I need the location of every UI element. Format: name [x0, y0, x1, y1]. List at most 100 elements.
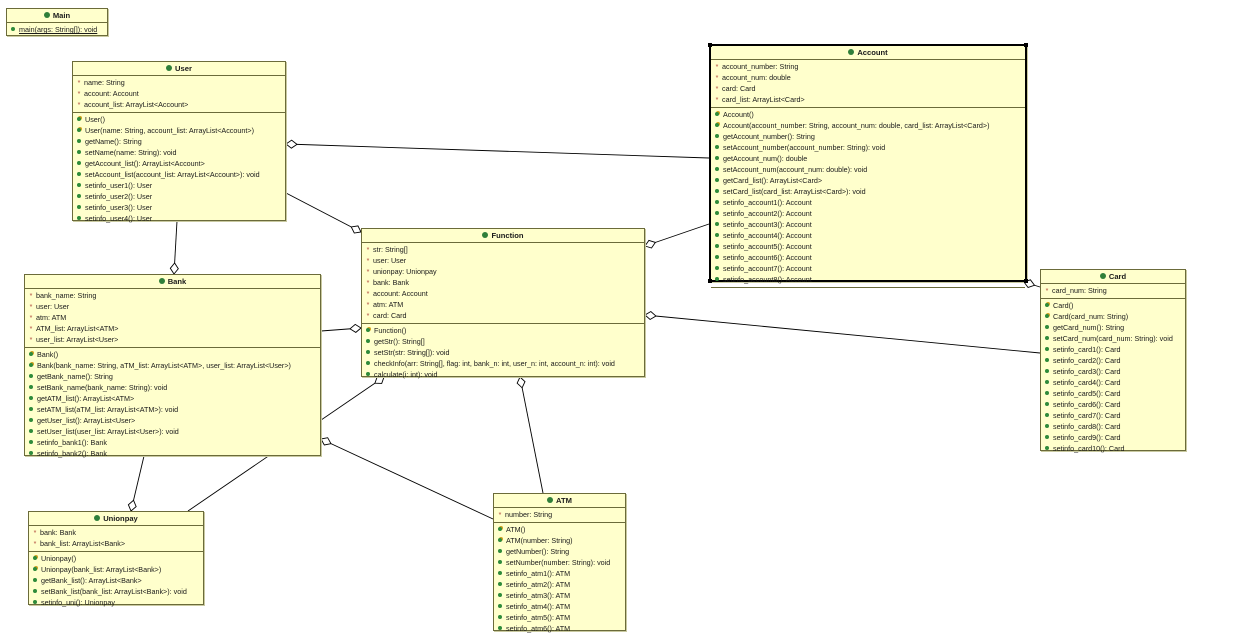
field-row[interactable]: * number: String — [494, 509, 625, 520]
selection-handle[interactable] — [1024, 43, 1028, 47]
field-row[interactable]: * user: User — [25, 301, 320, 312]
method-row[interactable]: setinfo_card5(): Card — [1041, 388, 1185, 399]
method-row[interactable]: setinfo_card10(): Card — [1041, 443, 1185, 454]
field-row[interactable]: * account_number: String — [711, 61, 1025, 72]
edge-account-function[interactable] — [644, 223, 710, 247]
method-row[interactable]: setNumber(number: String): void — [494, 557, 625, 568]
method-row[interactable]: User(name: String, account_list: ArrayLi… — [73, 125, 285, 136]
method-row[interactable]: setinfo_account6(): Account — [711, 252, 1025, 263]
method-row[interactable]: getATM_list(): ArrayList<ATM> — [25, 393, 320, 404]
method-row[interactable]: setinfo_account3(): Account — [711, 219, 1025, 230]
class-function[interactable]: Function * str: String[] * user: User * union… — [361, 228, 645, 380]
field-row[interactable]: * card: Card — [711, 83, 1025, 94]
method-row[interactable]: setAccount_num(account_num: double): voi… — [711, 164, 1025, 175]
method-row[interactable]: setinfo_card8(): Card — [1041, 421, 1185, 432]
method-row[interactable]: setinfo_uni(): Unionpay — [29, 597, 203, 608]
method-row[interactable]: setinfo_account5(): Account — [711, 241, 1025, 252]
method-row[interactable]: setAccount_number(account_number: String… — [711, 142, 1025, 153]
method-row[interactable]: Unionpay(bank_list: ArrayList<Bank>) — [29, 564, 203, 575]
field-row[interactable]: * card_num: String — [1041, 285, 1185, 296]
method-row[interactable]: getName(): String — [73, 136, 285, 147]
method-row[interactable]: Account() — [711, 109, 1025, 120]
selection-handle[interactable] — [708, 43, 712, 47]
method-row[interactable]: User() — [73, 114, 285, 125]
method-row[interactable]: setinfo_card7(): Card — [1041, 410, 1185, 421]
method-row[interactable]: setinfo_user3(): User — [73, 202, 285, 213]
field-row[interactable]: * bank: Bank — [29, 527, 203, 538]
field-row[interactable]: * atm: ATM — [362, 299, 644, 310]
method-row[interactable]: getAccount_num(): double — [711, 153, 1025, 164]
method-row[interactable]: getCard_num(): String — [1041, 322, 1185, 333]
method-row[interactable]: setinfo_bank1(): Bank — [25, 437, 320, 448]
edge-user-bank[interactable] — [173, 220, 178, 275]
method-row[interactable]: ATM(number: String) — [494, 535, 625, 546]
method-row[interactable]: setBank_name(bank_name: String): void — [25, 382, 320, 393]
method-row[interactable]: getAccount_number(): String — [711, 131, 1025, 142]
method-row[interactable]: setinfo_card4(): Card — [1041, 377, 1185, 388]
method-row[interactable]: Card() — [1041, 300, 1185, 311]
method-row[interactable]: ATM() — [494, 524, 625, 535]
field-row[interactable]: * account_list: ArrayList<Account> — [73, 99, 285, 110]
method-row[interactable]: Function() — [362, 325, 644, 336]
method-row[interactable]: setinfo_atm6(): ATM — [494, 623, 625, 634]
field-row[interactable]: * bank_list: ArrayList<Bank> — [29, 538, 203, 549]
edge-bank-function[interactable] — [320, 327, 362, 332]
method-row[interactable]: setCard_num(card_num: String): void — [1041, 333, 1185, 344]
method-row[interactable]: setBank_list(bank_list: ArrayList<Bank>)… — [29, 586, 203, 597]
method-row[interactable]: setinfo_account4(): Account — [711, 230, 1025, 241]
method-row[interactable]: setinfo_card3(): Card — [1041, 366, 1185, 377]
class-main[interactable]: Main main(args: String[]): void — [6, 8, 108, 36]
method-row[interactable]: setinfo_card9(): Card — [1041, 432, 1185, 443]
method-row[interactable]: Bank(bank_name: String, aTM_list: ArrayL… — [25, 360, 320, 371]
method-row[interactable]: getCard_list(): ArrayList<Card> — [711, 175, 1025, 186]
class-user[interactable]: User * name: String * account: Account * acco… — [72, 61, 286, 224]
selection-handle[interactable] — [708, 279, 712, 283]
field-row[interactable]: * account_num: double — [711, 72, 1025, 83]
method-row[interactable]: checkInfo(arr: String[], flag: int, bank… — [362, 358, 644, 369]
method-row[interactable]: setName(name: String): void — [73, 147, 285, 158]
edge-function-atm[interactable] — [519, 376, 544, 494]
field-row[interactable]: * account: Account — [362, 288, 644, 299]
class-account[interactable]: Account * account_number: String * account_… — [708, 43, 1028, 288]
method-row[interactable]: getAccount_list(): ArrayList<Account> — [73, 158, 285, 169]
method-row[interactable]: getStr(): String[] — [362, 336, 644, 347]
class-unionpay[interactable]: Unionpay * bank: Bank * bank_list: ArrayLis… — [28, 511, 204, 608]
method-row[interactable]: setinfo_account8(): Account — [711, 274, 1025, 285]
method-row[interactable]: setinfo_atm1(): ATM — [494, 568, 625, 579]
method-row[interactable]: setinfo_account2(): Account — [711, 208, 1025, 219]
method-row[interactable]: setinfo_card6(): Card — [1041, 399, 1185, 410]
method-row[interactable]: Bank() — [25, 349, 320, 360]
method-row[interactable]: main(args: String[]): void — [7, 24, 107, 35]
method-row[interactable]: setinfo_card2(): Card — [1041, 355, 1185, 366]
field-row[interactable]: * ATM_list: ArrayList<ATM> — [25, 323, 320, 334]
field-row[interactable]: * unionpay: Unionpay — [362, 266, 644, 277]
method-row[interactable]: setinfo_bank2(): Bank — [25, 448, 320, 459]
method-row[interactable]: setinfo_user4(): User — [73, 213, 285, 224]
field-row[interactable]: * bank_name: String — [25, 290, 320, 301]
method-row[interactable]: setinfo_atm2(): ATM — [494, 579, 625, 590]
method-row[interactable]: getBank_list(): ArrayList<Bank> — [29, 575, 203, 586]
method-row[interactable]: setCard_list(card_list: ArrayList<Card>)… — [711, 186, 1025, 197]
method-row[interactable]: getNumber(): String — [494, 546, 625, 557]
field-row[interactable]: * user_list: ArrayList<User> — [25, 334, 320, 345]
class-card[interactable]: Card * card_num: String Card() Card(card_n… — [1040, 269, 1186, 454]
method-row[interactable]: setinfo_account7(): Account — [711, 263, 1025, 274]
method-row[interactable]: setAccount_list(account_list: ArrayList<… — [73, 169, 285, 180]
selection-handle[interactable] — [1024, 279, 1028, 283]
method-row[interactable]: setATM_list(aTM_list: ArrayList<ATM>): v… — [25, 404, 320, 415]
field-row[interactable]: * card: Card — [362, 310, 644, 321]
field-row[interactable]: * bank: Bank — [362, 277, 644, 288]
edge-bank-unionpay[interactable] — [130, 455, 145, 512]
method-row[interactable]: setinfo_account1(): Account — [711, 197, 1025, 208]
field-row[interactable]: * user: User — [362, 255, 644, 266]
class-atm[interactable]: ATM * number: String ATM() ATM(number: Str… — [493, 493, 626, 634]
method-row[interactable]: calculate(i: int): void — [362, 369, 644, 380]
method-row[interactable]: setinfo_user1(): User — [73, 180, 285, 191]
field-row[interactable]: * str: String[] — [362, 244, 644, 255]
method-row[interactable]: getBank_name(): String — [25, 371, 320, 382]
method-row[interactable]: setStr(str: String[]): void — [362, 347, 644, 358]
edge-bank-atm[interactable] — [320, 438, 494, 520]
method-row[interactable]: setUser_list(user_list: ArrayList<User>)… — [25, 426, 320, 437]
field-row[interactable]: * account: Account — [73, 88, 285, 99]
method-row[interactable]: setinfo_card1(): Card — [1041, 344, 1185, 355]
